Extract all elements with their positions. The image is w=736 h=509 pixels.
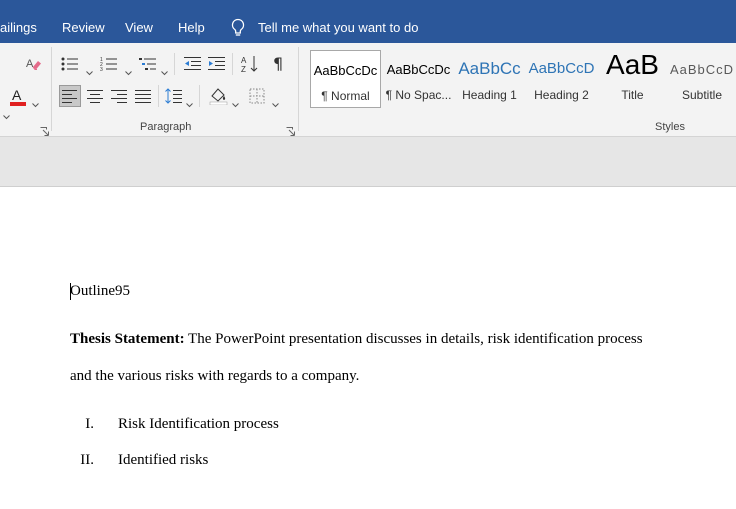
document-title: Outline95 bbox=[70, 283, 130, 299]
svg-text:Z: Z bbox=[241, 65, 246, 73]
tell-me-search[interactable]: Tell me what you want to do bbox=[258, 20, 418, 36]
line-spacing-icon[interactable] bbox=[163, 85, 185, 107]
dialog-launcher-icon[interactable] bbox=[286, 123, 295, 136]
svg-text:¶: ¶ bbox=[273, 55, 283, 73]
thesis-label: Thesis Statement: bbox=[70, 331, 185, 347]
divider bbox=[174, 53, 175, 75]
svg-text:3: 3 bbox=[100, 67, 103, 72]
svg-text:A: A bbox=[12, 87, 22, 103]
style-name: ¶ Normal bbox=[321, 89, 370, 103]
tab-help[interactable]: Help bbox=[178, 20, 205, 36]
borders-icon[interactable] bbox=[246, 85, 268, 107]
thesis-continuation: and the various risks with regards to a … bbox=[70, 368, 360, 384]
align-right-icon[interactable] bbox=[108, 85, 130, 107]
decrease-indent-icon[interactable] bbox=[182, 53, 204, 75]
chevron-down-icon[interactable] bbox=[86, 63, 93, 76]
divider bbox=[158, 85, 159, 107]
numbering-icon[interactable]: 123 bbox=[98, 53, 120, 75]
pilcrow-icon[interactable]: ¶ bbox=[268, 53, 290, 75]
chevron-down-icon[interactable] bbox=[186, 95, 193, 108]
style-preview: AaBbCcD bbox=[669, 62, 735, 77]
styles-gallery: AaBbCcDc ¶ Normal AaBbCcDc ¶ No Spac... … bbox=[308, 50, 736, 108]
style-name: Heading 1 bbox=[462, 88, 517, 102]
style-no-spacing[interactable]: AaBbCcDc ¶ No Spac... bbox=[383, 50, 454, 108]
sort-icon[interactable]: AZ bbox=[239, 53, 261, 75]
eraser-icon[interactable]: A bbox=[23, 53, 45, 75]
style-heading-2[interactable]: AaBbCcD Heading 2 bbox=[526, 50, 597, 108]
svg-text:A: A bbox=[241, 56, 247, 65]
styles-group-label: Styles bbox=[655, 121, 685, 133]
center-icon[interactable] bbox=[84, 85, 106, 107]
style-preview: AaB bbox=[606, 50, 659, 80]
menu-bar: ailings Review View Help Tell me what yo… bbox=[0, 0, 736, 43]
list-number: I. bbox=[85, 416, 94, 432]
bullets-icon[interactable] bbox=[59, 53, 81, 75]
dialog-launcher-icon[interactable] bbox=[40, 123, 49, 136]
style-heading-1[interactable]: AaBbCc Heading 1 bbox=[454, 50, 525, 108]
style-name: Heading 2 bbox=[534, 88, 589, 102]
list-item: Risk Identification process bbox=[118, 416, 279, 432]
tab-mailings[interactable]: ailings bbox=[0, 20, 37, 36]
style-preview: AaBbCcDc bbox=[313, 63, 378, 78]
ribbon: A A 123 AZ ¶ Paragraph AaBbCcDc ¶ Normal… bbox=[0, 43, 736, 137]
chevron-down-icon[interactable] bbox=[32, 95, 39, 108]
style-normal[interactable]: AaBbCcDc ¶ Normal bbox=[310, 50, 381, 108]
style-subtitle[interactable]: AaBbCcD Subtitle bbox=[668, 50, 736, 108]
chevron-down-icon[interactable] bbox=[161, 63, 168, 76]
list-item: Identified risks bbox=[118, 452, 209, 468]
thesis-text: The PowerPoint presentation discusses in… bbox=[184, 331, 643, 347]
tab-review[interactable]: Review bbox=[62, 20, 105, 36]
group-separator bbox=[51, 47, 52, 131]
shading-icon[interactable] bbox=[208, 85, 230, 107]
divider bbox=[199, 85, 200, 107]
style-preview: AaBbCc bbox=[458, 59, 521, 78]
style-preview: AaBbCcD bbox=[528, 60, 595, 77]
document-page[interactable]: Outline95 Thesis Statement: The PowerPoi… bbox=[0, 187, 736, 509]
style-name: Subtitle bbox=[681, 88, 723, 102]
chevron-down-icon[interactable] bbox=[232, 95, 239, 108]
align-left-icon[interactable] bbox=[59, 85, 81, 107]
style-preview: AaBbCcDc bbox=[386, 62, 451, 77]
paragraph-group-label: Paragraph bbox=[140, 121, 192, 133]
increase-indent-icon[interactable] bbox=[206, 53, 228, 75]
justify-icon[interactable] bbox=[132, 85, 154, 107]
style-name: ¶ No Spac... bbox=[385, 88, 452, 102]
svg-text:A: A bbox=[26, 58, 34, 70]
multilevel-list-icon[interactable] bbox=[137, 53, 159, 75]
style-title[interactable]: AaB Title bbox=[597, 50, 668, 108]
font-color-icon[interactable]: A bbox=[7, 86, 29, 108]
thesis-paragraph: Thesis Statement: The PowerPoint present… bbox=[70, 331, 643, 348]
style-name: Title bbox=[621, 88, 644, 102]
chevron-down-icon[interactable] bbox=[125, 63, 132, 76]
lightbulb-icon bbox=[230, 18, 246, 38]
divider bbox=[232, 53, 233, 75]
list-number: II. bbox=[80, 452, 94, 468]
tab-view[interactable]: View bbox=[125, 20, 153, 36]
ribbon-spacer bbox=[0, 137, 736, 187]
chevron-down-icon[interactable] bbox=[272, 95, 279, 108]
group-separator bbox=[298, 47, 299, 131]
